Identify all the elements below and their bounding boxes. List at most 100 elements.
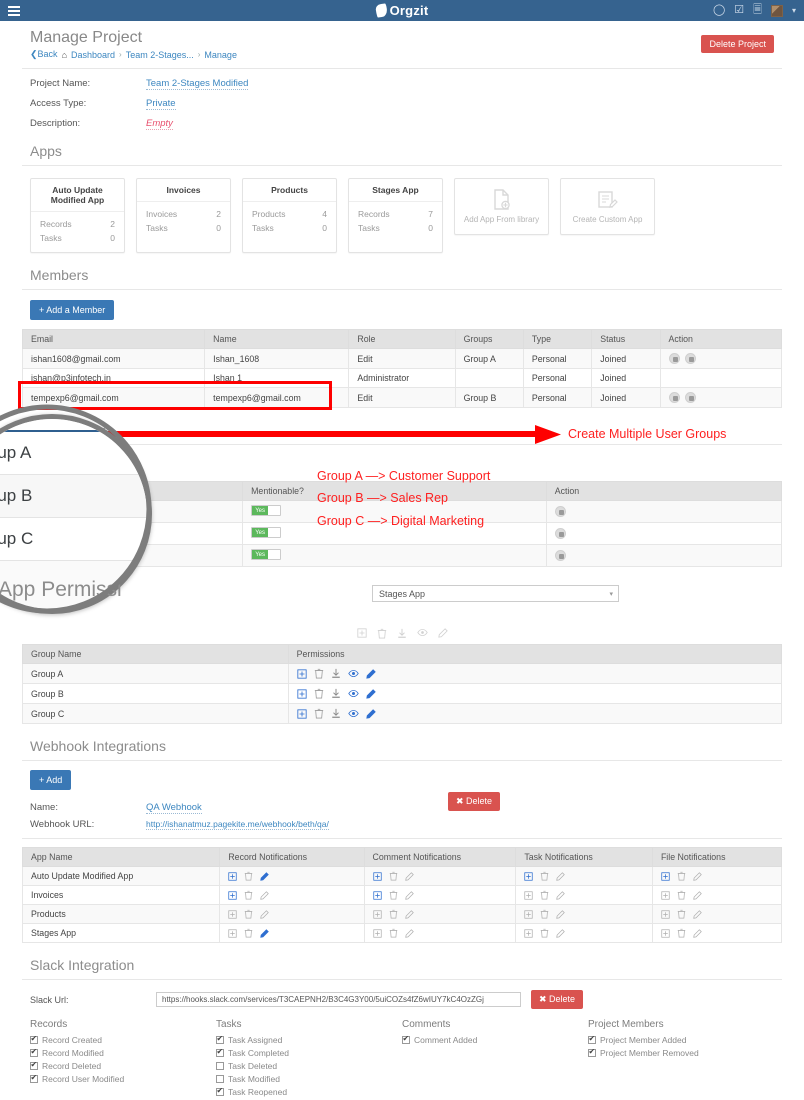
- checkbox[interactable]: [216, 1062, 224, 1071]
- delete-group-button[interactable]: [554, 528, 566, 540]
- delete-notification-icon[interactable]: [677, 871, 686, 881]
- delete-notification-icon[interactable]: [244, 928, 253, 938]
- edit-notification-icon[interactable]: [260, 929, 270, 938]
- checkbox[interactable]: [216, 1034, 224, 1045]
- view-permission-icon[interactable]: [347, 689, 359, 698]
- delete-notification-icon[interactable]: [389, 871, 398, 881]
- add-notification-icon[interactable]: [524, 910, 533, 919]
- app-card[interactable]: Products Products 4 Tasks 0: [242, 178, 337, 253]
- edit-notification-icon[interactable]: [693, 910, 702, 919]
- checkbox[interactable]: [216, 1086, 224, 1097]
- delete-notification-icon[interactable]: [389, 890, 398, 900]
- edit-notification-icon[interactable]: [404, 872, 414, 881]
- edit-notification-icon[interactable]: [693, 929, 702, 938]
- chat-icon[interactable]: ◯: [713, 5, 725, 16]
- edit-permission-icon[interactable]: [365, 709, 376, 719]
- add-webhook-button[interactable]: + Add: [30, 770, 72, 791]
- mentionable-toggle[interactable]: Yes: [251, 527, 282, 539]
- checkbox[interactable]: [216, 1047, 224, 1058]
- checkbox[interactable]: [30, 1034, 38, 1045]
- edit-notification-icon[interactable]: [404, 891, 414, 900]
- chevron-down-icon[interactable]: ▾: [792, 6, 796, 15]
- add-notification-icon[interactable]: [228, 929, 237, 938]
- delete-notification-icon[interactable]: [677, 928, 686, 938]
- tasks-icon[interactable]: ☑: [734, 5, 744, 16]
- checkbox[interactable]: [30, 1060, 38, 1071]
- add-notification-icon[interactable]: [228, 910, 237, 919]
- add-notification-icon[interactable]: [524, 872, 533, 881]
- export-permission-icon[interactable]: [331, 688, 341, 699]
- slack-checkbox-item[interactable]: Record Created: [30, 1034, 216, 1045]
- add-notification-icon[interactable]: [372, 872, 382, 881]
- edit-notification-icon[interactable]: [260, 891, 270, 900]
- delete-notification-icon[interactable]: [540, 928, 549, 938]
- slack-checkbox-item[interactable]: Comment Added: [402, 1034, 588, 1045]
- edit-notification-icon[interactable]: [260, 910, 270, 919]
- delete-permission-icon[interactable]: [314, 708, 324, 719]
- remove-member-button[interactable]: [684, 392, 696, 404]
- breadcrumb-dashboard[interactable]: Dashboard: [71, 50, 115, 60]
- add-notification-icon[interactable]: [524, 891, 533, 900]
- delete-group-button[interactable]: [554, 550, 566, 562]
- checkbox[interactable]: [30, 1047, 38, 1058]
- edit-member-button[interactable]: [668, 392, 680, 404]
- delete-group-button[interactable]: [554, 506, 566, 518]
- description-value[interactable]: Empty: [146, 118, 173, 130]
- slack-checkbox-item[interactable]: Task Reopened: [216, 1086, 402, 1097]
- export-permission-icon[interactable]: [331, 668, 341, 679]
- view-permission-icon[interactable]: [347, 709, 359, 718]
- app-card[interactable]: Auto Update Modified App Records 2 Tasks 0: [30, 178, 125, 253]
- edit-notification-icon[interactable]: [556, 872, 566, 881]
- create-custom-app-card[interactable]: Create Custom App: [560, 178, 655, 235]
- slack-checkbox-item[interactable]: Project Member Added: [588, 1034, 774, 1045]
- add-notification-icon[interactable]: [661, 872, 670, 881]
- export-permission-icon[interactable]: [331, 708, 341, 719]
- edit-notification-icon[interactable]: [693, 891, 702, 900]
- edit-notification-icon[interactable]: [556, 929, 566, 938]
- edit-permission-icon[interactable]: [365, 689, 376, 699]
- app-select[interactable]: Stages App ▾: [372, 585, 619, 603]
- delete-notification-icon[interactable]: [244, 871, 253, 881]
- edit-notification-icon[interactable]: [260, 872, 270, 881]
- add-notification-icon[interactable]: [661, 910, 670, 919]
- add-user-group-button[interactable]: + Add: [30, 453, 72, 474]
- edit-notification-icon[interactable]: [556, 891, 566, 900]
- delete-notification-icon[interactable]: [244, 909, 253, 919]
- slack-checkbox-item[interactable]: Task Modified: [216, 1074, 402, 1084]
- add-notification-icon[interactable]: [372, 929, 382, 938]
- delete-notification-icon[interactable]: [540, 890, 549, 900]
- webhook-name-value[interactable]: QA Webhook: [146, 802, 202, 815]
- view-permission-icon[interactable]: [347, 669, 359, 678]
- delete-notification-icon[interactable]: [389, 928, 398, 938]
- app-card[interactable]: Invoices Invoices 2 Tasks 0: [136, 178, 231, 253]
- webhook-url-value[interactable]: http://ishanatmuz.pagekite.me/webhook/be…: [146, 819, 329, 831]
- mentionable-toggle[interactable]: Yes: [251, 505, 282, 517]
- delete-notification-icon[interactable]: [244, 890, 253, 900]
- add-permission-icon[interactable]: [297, 709, 307, 719]
- add-notification-icon[interactable]: [372, 891, 382, 900]
- edit-permission-icon[interactable]: [365, 669, 376, 679]
- add-app-from-library-card[interactable]: Add App From library: [454, 178, 549, 235]
- breadcrumb-manage[interactable]: Manage: [204, 50, 237, 60]
- add-notification-icon[interactable]: [228, 891, 237, 900]
- slack-checkbox-item[interactable]: Project Member Removed: [588, 1047, 774, 1058]
- slack-checkbox-item[interactable]: Record User Modified: [30, 1073, 216, 1084]
- access-type-value[interactable]: Private: [146, 98, 176, 110]
- delete-permission-icon[interactable]: [314, 688, 324, 699]
- app-card[interactable]: Stages App Records 7 Tasks 0: [348, 178, 443, 253]
- hamburger-menu-icon[interactable]: [8, 5, 20, 16]
- edit-notification-icon[interactable]: [556, 910, 566, 919]
- slack-checkbox-item[interactable]: Record Deleted: [30, 1060, 216, 1071]
- delete-notification-icon[interactable]: [677, 890, 686, 900]
- checkbox[interactable]: [30, 1073, 38, 1084]
- delete-project-button[interactable]: Delete Project: [701, 35, 774, 53]
- add-notification-icon[interactable]: [372, 910, 382, 919]
- add-permission-icon[interactable]: [297, 689, 307, 699]
- delete-notification-icon[interactable]: [389, 909, 398, 919]
- delete-slack-button[interactable]: ✖ Delete: [531, 990, 584, 1010]
- checkbox[interactable]: [402, 1034, 410, 1045]
- checkbox[interactable]: [588, 1034, 596, 1045]
- checkbox[interactable]: [588, 1047, 596, 1058]
- add-member-button[interactable]: + Add a Member: [30, 300, 115, 320]
- add-notification-icon[interactable]: [661, 929, 670, 938]
